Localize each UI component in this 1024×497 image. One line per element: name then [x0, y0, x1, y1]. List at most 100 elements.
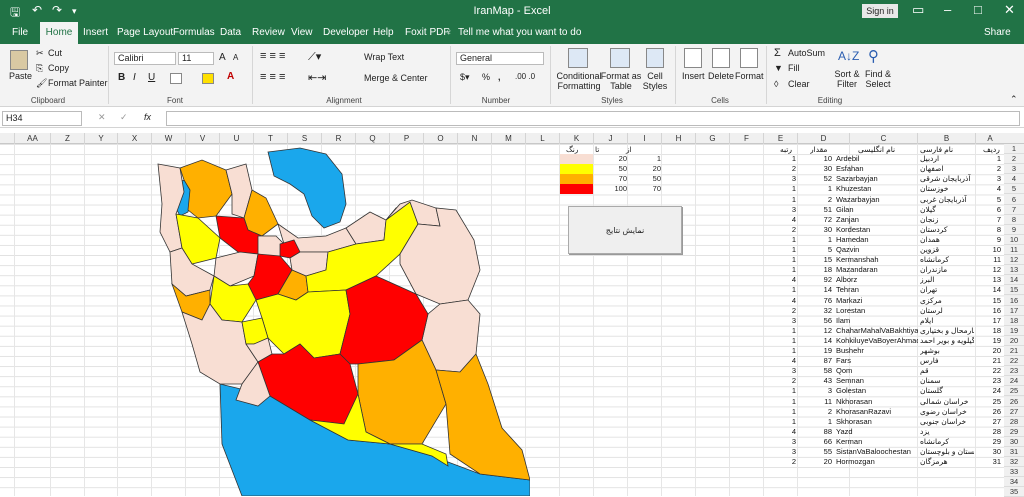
conditional-formatting-icon[interactable] [568, 48, 588, 68]
delete-cells-icon[interactable] [712, 48, 730, 68]
cell-styles-button[interactable]: Cell Styles [640, 71, 670, 91]
row-header[interactable]: 23 [1004, 366, 1024, 377]
conditional-formatting-button[interactable]: Conditional Formatting [556, 71, 602, 91]
column-header-e[interactable]: E [763, 133, 797, 144]
column-header-b[interactable]: B [917, 133, 975, 144]
row-header[interactable]: 32 [1004, 457, 1024, 468]
ribbon-options-icon[interactable]: ▭ [912, 2, 924, 18]
column-header-x[interactable]: X [117, 133, 151, 144]
tab-page-layout[interactable]: Page Layout [117, 27, 173, 38]
column-header-k[interactable]: K [559, 133, 593, 144]
row-header[interactable]: 26 [1004, 396, 1024, 407]
row-header[interactable]: 10 [1004, 234, 1024, 245]
sort-filter-button[interactable]: Sort & Filter [832, 69, 862, 89]
row-header[interactable]: 34 [1004, 477, 1024, 488]
clear-icon[interactable]: ◊ [774, 79, 778, 89]
delete-cells-button[interactable]: Delete [708, 71, 734, 81]
row-header[interactable]: 25 [1004, 386, 1024, 397]
share-button[interactable]: Share [984, 27, 1011, 38]
format-as-table-icon[interactable] [610, 48, 630, 68]
tab-formulas[interactable]: Formulas [173, 27, 215, 38]
column-header-c[interactable]: C [849, 133, 917, 144]
tab-data[interactable]: Data [220, 27, 241, 38]
column-header-i[interactable]: I [627, 133, 661, 144]
row-header[interactable]: 12 [1004, 255, 1024, 266]
column-header-n[interactable]: N [457, 133, 491, 144]
percent-button[interactable]: % [482, 72, 490, 82]
bold-button[interactable]: B [118, 72, 125, 83]
increase-font-button[interactable]: A [219, 52, 226, 63]
column-header-s[interactable]: S [287, 133, 321, 144]
copy-icon[interactable]: ⎘ [36, 63, 43, 74]
align-top-icon[interactable]: ≡ ≡ ≡ [260, 50, 285, 62]
column-header-h[interactable]: H [661, 133, 695, 144]
column-header-q[interactable]: Q [355, 133, 389, 144]
enter-icon[interactable]: ✓ [120, 112, 128, 123]
format-as-table-button[interactable]: Format as Table [600, 71, 642, 91]
column-header-t[interactable]: T [253, 133, 287, 144]
row-header[interactable]: 7 [1004, 204, 1024, 215]
fill-button[interactable]: Fill [788, 63, 800, 73]
tab-home[interactable]: Home [40, 22, 78, 44]
insert-cells-icon[interactable] [684, 48, 702, 68]
row-header[interactable]: 22 [1004, 356, 1024, 367]
number-format-dropdown[interactable]: General [456, 52, 544, 65]
row-header[interactable]: 28 [1004, 416, 1024, 427]
row-header[interactable]: 14 [1004, 275, 1024, 286]
find-select-icon[interactable]: ⚲ [868, 47, 879, 65]
tab-insert[interactable]: Insert [83, 27, 108, 38]
wrap-text-button[interactable]: Wrap Text [364, 52, 404, 62]
formula-input[interactable] [166, 111, 1020, 126]
tab-view[interactable]: View [291, 27, 313, 38]
row-header[interactable]: 2 [1004, 154, 1024, 165]
close-icon[interactable]: ✕ [1004, 2, 1015, 18]
decrease-font-button[interactable]: A [233, 53, 238, 62]
row-header[interactable]: 11 [1004, 245, 1024, 255]
tab-file[interactable]: File [12, 27, 28, 38]
row-header[interactable]: 8 [1004, 214, 1024, 225]
comma-button[interactable]: , [498, 72, 501, 82]
column-header-m[interactable]: M [491, 133, 525, 144]
row-header[interactable]: 6 [1004, 194, 1024, 205]
tab-review[interactable]: Review [252, 27, 285, 38]
orientation-icon[interactable]: ⟋▾ [308, 50, 321, 64]
italic-button[interactable]: I [133, 72, 136, 83]
clear-button[interactable]: Clear [788, 79, 810, 89]
align-left-icon[interactable]: ≡ ≡ ≡ [260, 71, 285, 83]
customize-qat-icon[interactable]: ▾ [72, 6, 77, 17]
indent-icon[interactable]: ⇤⇥ [308, 71, 326, 84]
sort-filter-icon[interactable]: A↓Z [838, 49, 859, 63]
autosum-button[interactable]: AutoSum [788, 48, 825, 58]
font-name-dropdown[interactable]: Calibri [114, 52, 176, 65]
cut-icon[interactable]: ✂ [36, 48, 44, 59]
tab-help[interactable]: Help [373, 27, 394, 38]
column-header-u[interactable]: U [219, 133, 253, 144]
save-icon[interactable]: 🖫 [10, 3, 20, 24]
row-header[interactable]: 21 [1004, 346, 1024, 356]
find-select-button[interactable]: Find & Select [862, 69, 894, 89]
column-header-o[interactable]: O [423, 133, 457, 144]
format-painter-icon[interactable]: 🖌 [36, 78, 47, 89]
currency-icon[interactable]: $▾ [460, 72, 470, 83]
column-header-j[interactable]: J [593, 133, 627, 144]
format-cells-icon[interactable] [740, 48, 758, 68]
redo-icon[interactable]: ↷ [52, 3, 62, 17]
row-header[interactable]: 3 [1004, 164, 1024, 175]
column-header-z[interactable]: Z [50, 133, 84, 144]
column-header-g[interactable]: G [695, 133, 729, 144]
row-header[interactable]: 24 [1004, 376, 1024, 387]
name-box[interactable]: H34 [2, 111, 82, 126]
format-painter-button[interactable]: Format Painter [48, 78, 108, 88]
cancel-icon[interactable]: ✕ [98, 112, 106, 123]
column-header-p[interactable]: P [389, 133, 423, 144]
font-size-dropdown[interactable]: 11 [178, 52, 214, 65]
column-header-f[interactable]: F [729, 133, 763, 144]
row-header[interactable]: 33 [1004, 467, 1024, 478]
maximize-icon[interactable]: □ [974, 2, 982, 17]
format-cells-button[interactable]: Format [735, 71, 764, 81]
fill-icon[interactable]: ▼ [774, 63, 783, 73]
underline-button[interactable]: U [148, 72, 155, 83]
cut-button[interactable]: Cut [48, 48, 62, 58]
merge-center-button[interactable]: Merge & Center [364, 73, 428, 83]
row-header[interactable]: 19 [1004, 325, 1024, 336]
